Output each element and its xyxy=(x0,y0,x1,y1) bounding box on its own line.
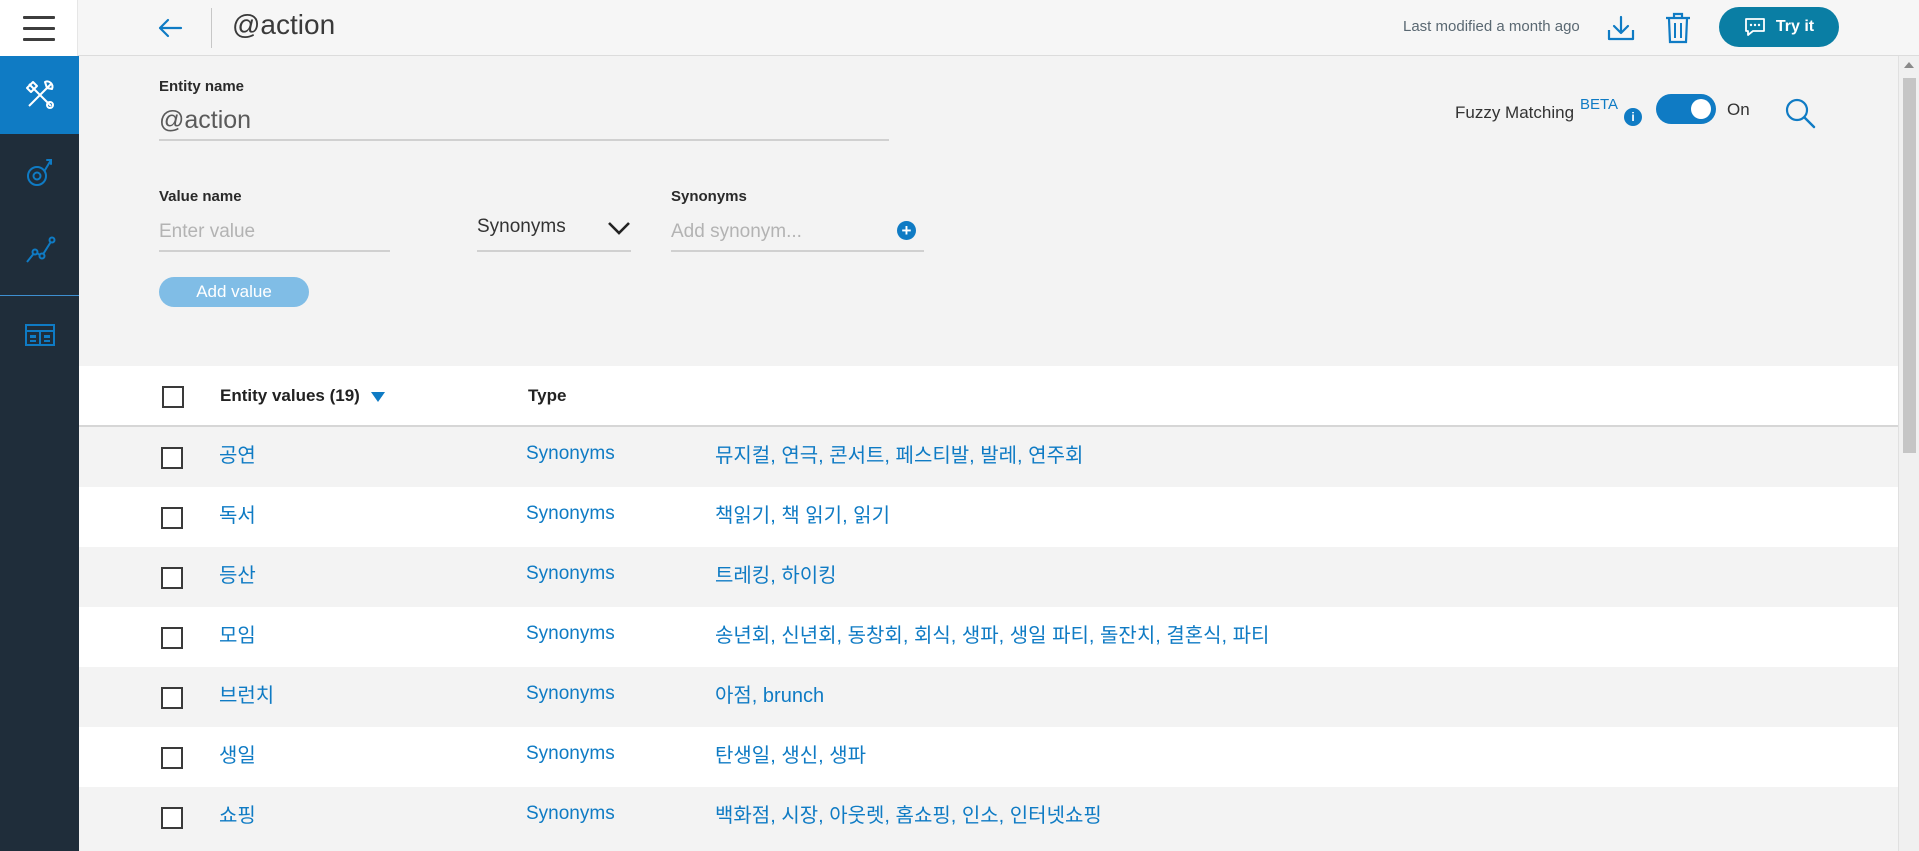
entity-value[interactable]: 생일 xyxy=(219,739,256,768)
sidebar-item-tools[interactable] xyxy=(0,56,79,134)
type-select-value: Synonyms xyxy=(477,216,566,237)
value-type: Synonyms xyxy=(526,443,615,464)
table-row: 쇼핑 Synonyms 백화점, 시장, 아웃렛, 홈쇼핑, 인소, 인터넷쇼핑 xyxy=(79,787,1898,847)
page-title: @action xyxy=(232,9,336,40)
top-bar: @action Last modified a month ago Try it xyxy=(0,0,1919,56)
table-row: 브런치 Synonyms 아점, brunch xyxy=(79,667,1898,727)
entity-value[interactable]: 브런치 xyxy=(219,679,274,708)
select-all-checkbox[interactable] xyxy=(162,386,184,408)
entity-value[interactable]: 공연 xyxy=(219,439,256,468)
entity-values-table: Entity values (19) Type 공연 Synonyms 뮤지컬,… xyxy=(79,366,1898,851)
add-value-button[interactable]: Add value xyxy=(159,277,309,307)
fuzzy-matching-toggle[interactable] xyxy=(1656,94,1716,124)
title-divider xyxy=(211,8,212,48)
try-it-label: Try it xyxy=(1775,18,1815,35)
entity-value[interactable]: 모임 xyxy=(219,619,256,648)
sidebar-item-workspaces[interactable] xyxy=(0,296,79,374)
sidebar-item-dialog[interactable] xyxy=(0,134,79,212)
type-select[interactable]: Synonyms xyxy=(477,210,631,252)
value-synonyms[interactable]: 트레킹, 하이킹 xyxy=(715,559,837,588)
table-row: 모임 Synonyms 송년회, 신년회, 동창회, 회식, 생파, 생일 파티… xyxy=(79,607,1898,667)
hamburger-menu-icon[interactable] xyxy=(0,0,78,56)
fuzzy-matching-label: Fuzzy Matching xyxy=(1455,103,1575,122)
value-name-field[interactable] xyxy=(159,214,390,252)
last-modified-text: Last modified a month ago xyxy=(1403,18,1580,35)
value-type: Synonyms xyxy=(526,803,615,824)
entity-value[interactable]: 쇼핑 xyxy=(219,799,256,828)
table-row: 생일 Synonyms 탄생일, 생신, 생파 xyxy=(79,727,1898,787)
column-header-values[interactable]: Entity values (19) xyxy=(220,386,360,406)
value-synonyms[interactable]: 탄생일, 생신, 생파 xyxy=(715,739,866,768)
synonym-field[interactable] xyxy=(671,214,924,252)
dialog-icon xyxy=(26,159,52,186)
download-icon[interactable] xyxy=(1602,10,1640,46)
row-checkbox[interactable] xyxy=(161,687,183,709)
scroll-up-icon[interactable] xyxy=(1904,62,1914,68)
search-icon[interactable] xyxy=(1782,95,1818,131)
value-synonyms[interactable]: 백화점, 시장, 아웃렛, 홈쇼핑, 인소, 인터넷쇼핑 xyxy=(715,799,1102,828)
value-synonyms[interactable]: 송년회, 신년회, 동창회, 회식, 생파, 생일 파티, 돌잔치, 결혼식, … xyxy=(715,619,1269,648)
column-header-type: Type xyxy=(528,386,567,405)
value-synonyms[interactable]: 책읽기, 책 읽기, 읽기 xyxy=(715,499,890,528)
chevron-down-icon xyxy=(607,220,631,241)
value-type: Synonyms xyxy=(526,683,615,704)
try-it-button[interactable]: Try it xyxy=(1719,7,1839,47)
row-checkbox[interactable] xyxy=(161,627,183,649)
value-synonyms[interactable]: 아점, brunch xyxy=(715,679,824,708)
sidebar xyxy=(0,56,79,851)
tools-icon xyxy=(25,80,54,109)
add-synonym-icon[interactable]: + xyxy=(897,221,916,240)
entity-value[interactable]: 독서 xyxy=(219,499,256,528)
row-checkbox[interactable] xyxy=(161,507,183,529)
vertical-scrollbar[interactable] xyxy=(1898,56,1919,851)
analytics-icon xyxy=(25,236,55,263)
row-checkbox[interactable] xyxy=(161,447,183,469)
chat-bubble-icon xyxy=(1744,18,1765,36)
row-checkbox[interactable] xyxy=(161,567,183,589)
value-type: Synonyms xyxy=(526,503,615,524)
row-checkbox[interactable] xyxy=(161,747,183,769)
entity-name-label: Entity name xyxy=(159,78,245,95)
sort-descending-icon[interactable] xyxy=(371,392,385,402)
scrollbar-thumb[interactable] xyxy=(1903,78,1916,453)
value-type: Synonyms xyxy=(526,563,615,584)
sidebar-item-analytics[interactable] xyxy=(0,212,79,290)
trash-icon[interactable] xyxy=(1659,10,1697,46)
table-row: 등산 Synonyms 트레킹, 하이킹 xyxy=(79,547,1898,607)
workspaces-icon xyxy=(24,324,55,346)
arrow-left-icon[interactable] xyxy=(150,12,190,44)
beta-badge: BETA xyxy=(1580,96,1619,113)
info-icon[interactable]: i xyxy=(1624,108,1642,126)
toggle-state-label: On xyxy=(1727,100,1750,119)
entity-name-field[interactable] xyxy=(159,101,889,141)
value-name-label: Value name xyxy=(159,188,242,205)
value-type: Synonyms xyxy=(526,623,615,644)
table-row: 공연 Synonyms 뮤지컬, 연극, 콘서트, 페스티발, 발레, 연주회 xyxy=(79,427,1898,487)
synonyms-label: Synonyms xyxy=(671,188,747,205)
row-checkbox[interactable] xyxy=(161,807,183,829)
entity-value[interactable]: 등산 xyxy=(219,559,256,588)
table-row: 독서 Synonyms 책읽기, 책 읽기, 읽기 xyxy=(79,487,1898,547)
table-header: Entity values (19) Type xyxy=(79,366,1898,427)
value-type: Synonyms xyxy=(526,743,615,764)
value-synonyms[interactable]: 뮤지컬, 연극, 콘서트, 페스티발, 발레, 연주회 xyxy=(715,439,1083,468)
